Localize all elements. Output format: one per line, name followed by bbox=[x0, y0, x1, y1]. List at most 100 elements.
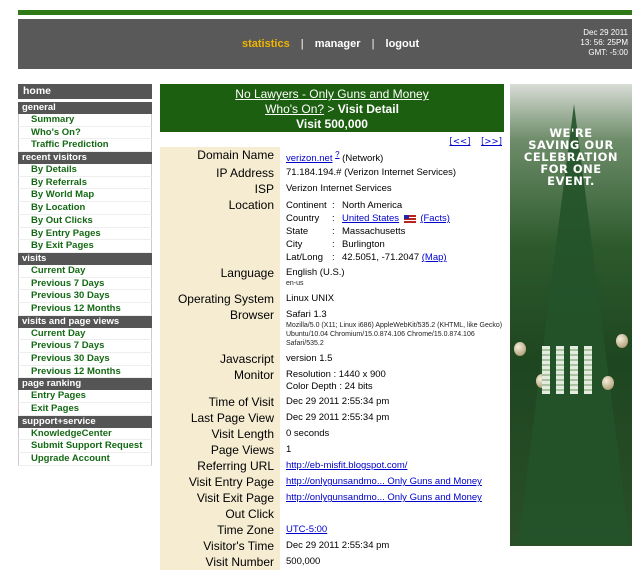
page-views-label: Page Views bbox=[160, 442, 280, 459]
breadcrumb-whos-on-link[interactable]: Who's On? bbox=[265, 102, 324, 116]
visitors-time-value: Dec 29 2011 2:55:34 pm bbox=[286, 540, 390, 552]
nav-statistics[interactable]: statistics bbox=[242, 38, 290, 50]
sidebar-item-exit-pages[interactable]: Exit Pages bbox=[18, 403, 152, 416]
city-key: City bbox=[286, 239, 303, 251]
time-of-visit-label: Time of Visit bbox=[160, 394, 280, 411]
sidebar-item-vpv-previous-7-days[interactable]: Previous 7 Days bbox=[18, 340, 152, 353]
visitors-time-label: Visitor's Time bbox=[160, 538, 280, 555]
next-visit-link[interactable]: [>>] bbox=[481, 137, 502, 147]
sidebar-item-summary[interactable]: Summary bbox=[18, 114, 152, 127]
row-browser: Browser Safari 1.3 Mozilla/5.0 (X11; Lin… bbox=[160, 307, 504, 352]
domain-help-link[interactable]: ? bbox=[335, 150, 339, 159]
visit-number-label: Visit Number bbox=[160, 554, 280, 571]
ip-label: IP Address bbox=[160, 165, 280, 182]
sidebar-item-traffic-prediction[interactable]: Traffic Prediction bbox=[18, 139, 152, 153]
sidebar-item-knowledge-center[interactable]: KnowledgeCenter bbox=[18, 427, 152, 441]
sidebar-item-visits-previous-12-months[interactable]: Previous 12 Months bbox=[18, 302, 152, 316]
sidebar-item-submit-support-request[interactable]: Submit Support Request bbox=[18, 440, 152, 454]
garland-icon bbox=[556, 346, 564, 394]
domain-link[interactable]: verizon.net bbox=[286, 153, 332, 164]
last-page-view-value: Dec 29 2011 2:55:34 pm bbox=[286, 412, 390, 424]
previous-visit-link[interactable]: [<<] bbox=[450, 137, 471, 147]
sidebar-item-by-details[interactable]: By Details bbox=[18, 164, 152, 177]
sidebar-item-vpv-previous-12-months[interactable]: Previous 12 Months bbox=[18, 365, 152, 379]
time-zone-link[interactable]: UTC-5:00 bbox=[286, 524, 327, 535]
country-value: United States (Facts) bbox=[342, 212, 504, 225]
visit-exit-page-label: Visit Exit Page bbox=[160, 490, 280, 507]
country-key: Country bbox=[286, 213, 320, 225]
time-zone-label: Time Zone bbox=[160, 522, 280, 539]
visit-entry-page-link[interactable]: http://onlygunsandmo... Only Guns and Mo… bbox=[286, 476, 482, 487]
ip-value: 71.184.194.# (Verizon Internet Services) bbox=[286, 167, 457, 179]
colon: : bbox=[332, 239, 335, 251]
sidebar-item-by-location[interactable]: By Location bbox=[18, 202, 152, 215]
sidebar-section-visits-and-page-views: visits and page views bbox=[18, 315, 152, 328]
row-time-zone: Time Zone UTC-5:00 bbox=[160, 522, 504, 539]
location-label: Location bbox=[160, 197, 280, 266]
sidebar-item-visits-previous-30-days[interactable]: Previous 30 Days bbox=[18, 290, 152, 303]
os-value: Linux UNIX bbox=[286, 293, 335, 305]
row-ip: IP Address 71.184.194.# (Verizon Interne… bbox=[160, 165, 504, 182]
row-monitor: Monitor Resolution : 1440 x 900 Color De… bbox=[160, 367, 504, 395]
sidebar-item-by-exit-pages[interactable]: By Exit Pages bbox=[18, 240, 152, 253]
browser-label: Browser bbox=[160, 307, 280, 352]
language-code: en-us bbox=[286, 280, 304, 288]
visit-exit-page-link[interactable]: http://onlygunsandmo... Only Guns and Mo… bbox=[286, 492, 482, 503]
site-title-link[interactable]: No Lawyers - Only Guns and Money bbox=[235, 87, 428, 101]
clock-gmt: GMT: -5:00 bbox=[588, 48, 628, 57]
row-page-views: Page Views 1 bbox=[160, 442, 504, 459]
sidebar-item-whos-on[interactable]: Who's On? bbox=[18, 126, 152, 140]
sidebar-item-visits-current-day[interactable]: Current Day bbox=[18, 264, 152, 278]
page-views-value: 1 bbox=[286, 444, 292, 456]
nav-logout[interactable]: logout bbox=[386, 38, 420, 50]
top-accent-bar bbox=[18, 10, 632, 15]
sidebar-item-by-entry-pages[interactable]: By Entry Pages bbox=[18, 227, 152, 241]
map-link[interactable]: (Map) bbox=[422, 252, 447, 263]
continent-key: Continent bbox=[286, 200, 327, 212]
sidebar-item-vpv-current-day[interactable]: Current Day bbox=[18, 327, 152, 341]
country-facts-link[interactable]: (Facts) bbox=[420, 213, 450, 224]
nav-manager[interactable]: manager bbox=[315, 38, 361, 50]
state-value: Massachusetts bbox=[342, 226, 406, 238]
colon: : bbox=[332, 226, 335, 238]
domain-label: Domain Name bbox=[160, 147, 280, 166]
language-value: English (U.S.) en-us bbox=[280, 265, 504, 291]
row-location: Location Continent: North America Country… bbox=[160, 197, 504, 266]
sidebar-item-vpv-previous-30-days[interactable]: Previous 30 Days bbox=[18, 353, 152, 366]
row-language: Language English (U.S.) en-us bbox=[160, 265, 504, 292]
latlong-text: 42.5051, -71.2047 bbox=[342, 252, 420, 264]
domain-value: verizon.net ? (Network) bbox=[280, 147, 504, 165]
sidebar-item-visits-previous-7-days[interactable]: Previous 7 Days bbox=[18, 277, 152, 291]
country-link[interactable]: United States bbox=[342, 213, 399, 224]
row-domain: Domain Name verizon.net ? (Network) bbox=[160, 147, 504, 166]
sidebar-section-page-ranking: page ranking bbox=[18, 378, 152, 391]
sidebar-item-by-world-map[interactable]: By World Map bbox=[18, 189, 152, 203]
visit-number-value: 500,000 bbox=[286, 556, 321, 568]
sidebar-item-by-referrals[interactable]: By Referrals bbox=[18, 176, 152, 190]
clock-date: Dec 29 2011 bbox=[583, 28, 628, 37]
visit-length-value: 0 seconds bbox=[286, 428, 330, 440]
monitor-value: Resolution : 1440 x 900 Color Depth : 24… bbox=[280, 367, 504, 394]
sidebar-item-by-out-clicks[interactable]: By Out Clicks bbox=[18, 214, 152, 228]
clock-time: 13: 56: 25PM bbox=[580, 38, 628, 47]
browser-name: Safari 1.3 bbox=[286, 309, 327, 321]
sidebar-item-entry-pages[interactable]: Entry Pages bbox=[18, 390, 152, 404]
time-zone-value: UTC-5:00 bbox=[280, 522, 504, 538]
visit-length-label: Visit Length bbox=[160, 426, 280, 443]
last-page-view-label: Last Page View bbox=[160, 410, 280, 427]
out-click-value bbox=[280, 506, 504, 522]
row-visit-exit-page: Visit Exit Page http://onlygunsandmo... … bbox=[160, 490, 504, 507]
location-grid: Continent: North America Country: United S… bbox=[286, 199, 504, 264]
visit-title-box: No Lawyers - Only Guns and Money Who's O… bbox=[160, 84, 504, 132]
sidebar-home[interactable]: home bbox=[18, 84, 152, 99]
colon: : bbox=[332, 213, 335, 225]
referring-url-link[interactable]: http://eb-misfit.blogspot.com/ bbox=[286, 460, 407, 471]
advertisement-banner[interactable]: WE'RE SAVING OUR CELEBRATION FOR ONE EVE… bbox=[510, 84, 632, 546]
isp-label: ISP bbox=[160, 181, 280, 198]
header-bar: statistics | manager | logout Dec 29 201… bbox=[18, 19, 632, 69]
sidebar-section-visits: visits bbox=[18, 252, 152, 265]
visit-entry-page-value: http://onlygunsandmo... Only Guns and Mo… bbox=[280, 474, 504, 490]
garland-icon bbox=[570, 346, 578, 394]
language-text: English (U.S.) bbox=[286, 267, 345, 279]
sidebar-item-upgrade-account[interactable]: Upgrade Account bbox=[18, 453, 152, 466]
